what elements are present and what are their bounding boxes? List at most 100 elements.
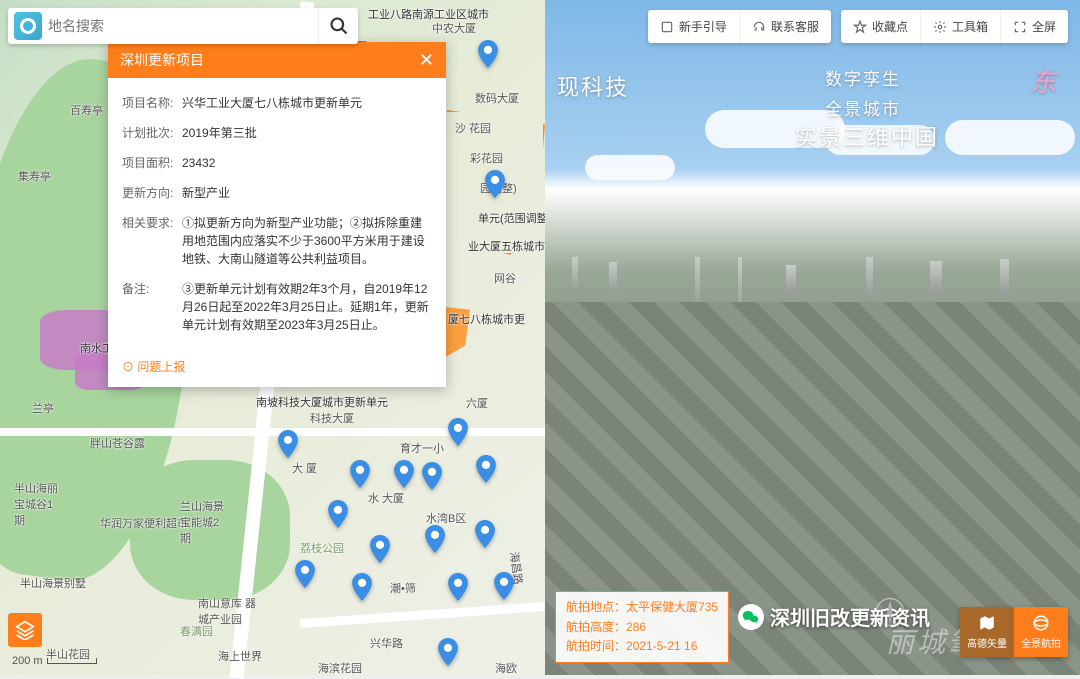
map-label: 潮•筛 [390,580,416,596]
guide-button[interactable]: 新手引导 [648,10,739,43]
compass-east: 东 [1030,62,1058,99]
aerial-info-box: 航拍地点：太平保健大厦735 航拍高度：286 航拍时间：2021-5-21 1… [555,591,729,663]
gear-icon [933,20,947,34]
map-icon [978,614,996,632]
field-label: 相关要求: [122,214,182,268]
map-marker[interactable] [478,40,498,68]
map-scale: 200 m [12,655,97,667]
field-value: ①拟更新方向为新型产业功能；②拟拆除重建用地范围内应落实不少于3600平方米用于… [182,214,432,268]
map-marker[interactable] [438,638,458,666]
map-label: 海滨花园 [318,660,362,676]
aerial-alt-value: 286 [626,620,646,634]
sky-text: 现科技 [557,70,629,102]
map-label: 水湾B区 [426,510,466,526]
map-label: 海上世界 [218,648,262,664]
map-marker[interactable] [295,560,315,588]
field-value: 23432 [182,154,432,172]
sky-text: 全景城市 [825,95,901,120]
popup-header: 深圳更新项目 ✕ [108,42,446,78]
map-marker[interactable] [350,460,370,488]
map-label: 半山海景别墅 [20,575,86,591]
wechat-icon [738,604,764,630]
sky-text: 数字孪生 [825,65,901,90]
field-label: 项目面积: [122,154,182,172]
map-label: 兴华路 [370,635,403,651]
favorites-button[interactable]: 收藏点 [841,10,920,43]
map-label: 兰山海景 宝能城2期 [180,498,230,546]
aerial-loc-value: 太平保健大厦735 [626,600,718,614]
panorama-toolbar: 新手引导 联系客服 收藏点 工具箱 全屏 [648,10,1068,43]
close-icon[interactable]: ✕ [419,51,434,69]
field-label: 计划批次: [122,124,182,142]
panorama-pane[interactable]: 现科技 数字孪生 全景城市 实景三维中国 东 新手引导 联系客服 收藏点 工具箱 [545,0,1080,675]
field-label: 备注: [122,280,182,334]
search-bar [8,8,358,44]
map-marker[interactable] [448,573,468,601]
field-value: 兴华工业大厦七八栋城市更新单元 [182,94,432,112]
map-marker[interactable] [328,500,348,528]
map-label: 百寿亭 [70,102,103,118]
map-label: 海欧 [495,660,517,676]
aerial-time-value: 2021-5-21 16 [626,639,697,653]
support-button[interactable]: 联系客服 [739,10,831,43]
headset-icon [752,20,766,34]
star-icon [853,20,867,34]
project-label: 单元(范围调整) [478,210,551,226]
map-label: 胖山苍谷露 [90,435,145,451]
map-marker[interactable] [352,573,372,601]
map-marker[interactable] [394,460,414,488]
aerial-alt-label: 航拍高度： [566,620,626,634]
view-mode-toggle: 高德矢量 全景航拍 [960,607,1068,657]
map-marker[interactable] [448,418,468,446]
map-label: 集寿亭 [18,168,51,184]
map-label: 沙 花园 [455,120,491,136]
project-info-popup: 深圳更新项目 ✕ 项目名称:兴华工业大厦七八栋城市更新单元 计划批次:2019年… [108,42,446,387]
search-input[interactable] [48,18,318,34]
layers-button[interactable] [8,613,42,647]
map-marker[interactable] [485,170,505,198]
field-value: ③更新单元计划有效期2年3个月，自2019年12月26日起至2022年3月25日… [182,280,432,334]
fullscreen-icon [1013,20,1027,34]
field-value: 新型产业 [182,184,432,202]
map-label: 华润万家便利超市 [100,515,188,531]
sky-text: 实景三维中国 [795,120,939,152]
cloud [945,120,1075,155]
project-label: 厦七八栋城市更 [448,311,525,327]
fullscreen-button[interactable]: 全屏 [1000,10,1068,43]
watermark-text: 深圳旧改更新资讯 [770,602,930,631]
tools-button[interactable]: 工具箱 [920,10,1000,43]
map-label: 网谷 [494,270,516,286]
mode-panorama-button[interactable]: 全景航拍 [1014,607,1068,657]
map-label: 半山海丽 宝城谷1期 [14,480,64,528]
map-label: 兰亭 [32,400,54,416]
search-button[interactable] [318,8,358,44]
project-label[interactable]: 南坡科技大厦城市更新单元 [256,394,388,410]
map-marker[interactable] [494,572,514,600]
map-marker[interactable] [475,520,495,548]
map-marker[interactable] [370,535,390,563]
map-marker[interactable] [425,525,445,553]
field-value: 2019年第三批 [182,124,432,142]
map-label: 彩花园 [470,150,503,166]
wechat-watermark: 深圳旧改更新资讯 [738,602,930,631]
report-issue-link[interactable]: 问题上报 [108,350,446,387]
aerial-time-label: 航拍时间： [566,639,626,653]
panorama-icon [1032,614,1050,632]
aerial-loc-label: 航拍地点： [566,600,626,614]
map-label: 数码大厦 [475,90,519,106]
map-marker[interactable] [278,430,298,458]
map-label: 水 大厦 [368,490,404,506]
layers-icon [15,620,35,640]
road [300,601,560,628]
project-label[interactable]: 业大厦五栋城市 [468,238,545,254]
map-marker[interactable] [476,455,496,483]
field-label: 更新方向: [122,184,182,202]
map-marker[interactable] [422,462,442,490]
popup-title: 深圳更新项目 [120,50,204,70]
map-label: 科技大厦 [310,410,354,426]
map-label: 南山意库 器城产业园 [198,595,258,627]
map-pane[interactable]: 工业八路南源工业区城市 中农大厦 口南山花园 百寿亭 集寿亭 兰亭 胖山苍谷露 … [0,0,545,675]
mode-vector-button[interactable]: 高德矢量 [960,607,1014,657]
map-label: 育才一小 [400,440,444,456]
map-label: 荔枝公园 [300,540,344,556]
